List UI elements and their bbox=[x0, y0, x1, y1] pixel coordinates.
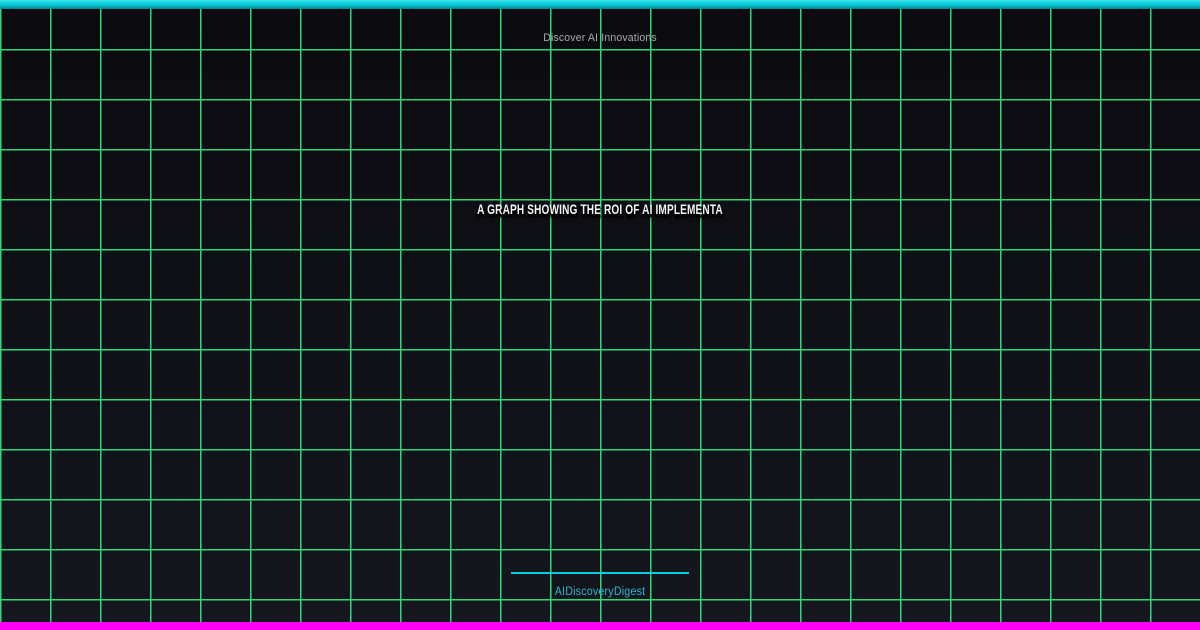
bottom-accent-bar bbox=[0, 622, 1200, 630]
tagline-text: Discover AI Innovations bbox=[543, 32, 657, 44]
grid-background bbox=[0, 9, 1200, 622]
accent-divider-line bbox=[511, 572, 689, 574]
top-accent-bar bbox=[0, 0, 1200, 9]
banner-canvas: Discover AI Innovations A GRAPH SHOWING … bbox=[0, 0, 1200, 630]
banner-title: A GRAPH SHOWING THE ROI OF AI IMPLEMENTA bbox=[477, 201, 723, 217]
brand-name: AIDiscoveryDigest bbox=[554, 586, 646, 598]
